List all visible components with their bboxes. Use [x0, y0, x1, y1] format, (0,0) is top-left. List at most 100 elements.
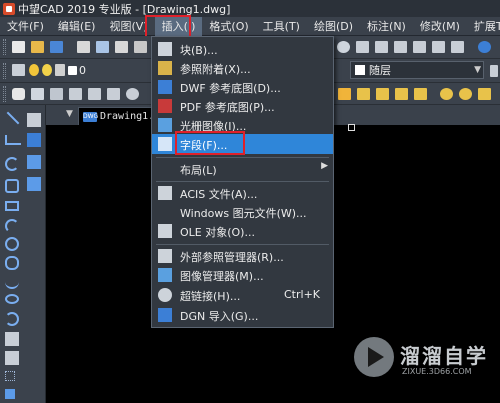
watermark: 溜溜自学 ZIXUE.3D66.COM — [354, 337, 500, 387]
diameter-dimension-icon[interactable] — [459, 88, 472, 100]
ordinate-dimension-icon[interactable] — [414, 88, 427, 100]
block-icon — [158, 42, 172, 56]
array-icon[interactable] — [88, 88, 101, 100]
insert-block-icon[interactable] — [5, 332, 19, 346]
layer-control[interactable]: 0 — [12, 61, 132, 79]
linear-dimension-icon[interactable] — [357, 88, 370, 100]
toolbar-grip[interactable] — [3, 86, 6, 102]
menu-item-label: 块(B)... — [180, 44, 218, 57]
construction-line-icon[interactable] — [27, 113, 41, 127]
acis-icon — [158, 186, 172, 200]
toolbar-grip[interactable] — [3, 39, 6, 55]
markup-icon[interactable] — [432, 41, 445, 53]
revision-cloud-icon[interactable] — [5, 256, 19, 270]
mirror-icon[interactable] — [50, 88, 63, 100]
radius-dimension-icon[interactable] — [440, 88, 453, 100]
tab-list-arrow-icon[interactable]: ▼ — [66, 109, 73, 119]
menu-item-xref-manager[interactable]: 外部参照管理器(R)... — [152, 246, 333, 266]
linetype-icon[interactable] — [490, 65, 498, 77]
offset-icon[interactable] — [69, 88, 82, 100]
spline-icon[interactable] — [5, 275, 19, 289]
rectangle-icon[interactable] — [5, 201, 19, 211]
window-title: 中望CAD 2019 专业版 - [Drawing1.dwg] — [18, 2, 231, 16]
pdf-icon — [158, 99, 172, 113]
calculator-icon[interactable] — [451, 41, 464, 53]
point-icon[interactable] — [5, 371, 15, 381]
menu-item-windows-metafile[interactable]: Windows 图元文件(W)... — [152, 202, 333, 222]
lock-icon — [55, 64, 65, 76]
ellipse-arc-icon[interactable] — [5, 312, 19, 326]
arc-tool-icon[interactable] — [5, 157, 19, 171]
insert-menu-dropdown: 块(B)... 参照附着(X)... DWF 参考底图(D)... PDF 参考… — [151, 36, 334, 328]
menu-item-field[interactable]: 字段(F)... — [152, 134, 333, 154]
tool-palette-icon[interactable] — [394, 41, 407, 53]
watermark-name: 溜溜自学 — [400, 344, 488, 368]
polyline-icon[interactable] — [5, 135, 21, 145]
save-icon[interactable] — [50, 41, 63, 53]
publish-icon[interactable] — [115, 41, 128, 53]
current-layer-name: 0 — [79, 63, 86, 77]
properties-icon[interactable] — [356, 41, 369, 53]
zoom-tool-icon[interactable] — [337, 41, 350, 53]
menu-edit[interactable]: 编辑(E) — [51, 17, 103, 36]
print-icon[interactable] — [77, 41, 90, 53]
polygon-tool-icon[interactable] — [27, 133, 41, 147]
toolbar-grip[interactable] — [3, 63, 6, 79]
sheet-set-icon[interactable] — [413, 41, 426, 53]
menu-item-xref-attach[interactable]: 参照附着(X)... — [152, 58, 333, 78]
menu-dimension[interactable]: 标注(N) — [360, 17, 413, 36]
app-logo-icon — [3, 2, 15, 15]
pentagon-icon[interactable] — [5, 179, 19, 193]
gradient-icon[interactable] — [5, 389, 15, 399]
menu-express[interactable]: 扩展T — [467, 17, 500, 36]
menu-item-image-manager[interactable]: 图像管理器(M)... — [152, 265, 333, 285]
play-logo-icon — [354, 337, 394, 377]
rotate-icon[interactable] — [126, 88, 139, 100]
menu-item-ole-object[interactable]: OLE 对象(O)... — [152, 221, 333, 241]
menu-insert[interactable]: 插入(I) — [154, 16, 203, 36]
angular-dimension-icon[interactable] — [478, 88, 491, 100]
chevron-down-icon: ▼ — [474, 65, 481, 75]
menu-item-layout[interactable]: 布局(L) ▶ — [152, 159, 333, 179]
menu-file[interactable]: 文件(F) — [0, 17, 51, 36]
menu-modify[interactable]: 修改(M) — [413, 17, 467, 36]
menu-view[interactable]: 视图(V) — [102, 17, 154, 36]
menu-item-pdf-underlay[interactable]: PDF 参考底图(P)... — [152, 96, 333, 116]
new-file-icon[interactable] — [12, 41, 25, 53]
move-icon[interactable] — [107, 88, 120, 100]
menu-tools[interactable]: 工具(T) — [256, 17, 307, 36]
help-icon[interactable] — [478, 41, 491, 53]
menu-item-hyperlink[interactable]: 超链接(H)... Ctrl+K — [152, 285, 333, 305]
menu-item-acis-file[interactable]: ACIS 文件(A)... — [152, 183, 333, 203]
measure-icon[interactable] — [338, 88, 351, 100]
menu-draw[interactable]: 绘图(D) — [307, 17, 360, 36]
draw-toolbar — [0, 105, 46, 403]
menu-item-dwf-underlay[interactable]: DWF 参考底图(D)... — [152, 77, 333, 97]
menu-item-label: 布局(L) — [180, 164, 217, 177]
copy-icon[interactable] — [31, 88, 44, 100]
design-center-icon[interactable] — [375, 41, 388, 53]
aligned-dimension-icon[interactable] — [376, 88, 389, 100]
rectangle-tool-icon[interactable] — [27, 155, 41, 169]
dgn-icon — [158, 308, 172, 322]
menu-item-raster-image[interactable]: 光栅图像(I)... — [152, 115, 333, 135]
arc-icon[interactable] — [5, 219, 19, 233]
xref-manager-icon — [158, 249, 172, 263]
ellipse-icon[interactable] — [5, 294, 19, 304]
cut-icon[interactable] — [134, 41, 147, 53]
print-preview-icon[interactable] — [96, 41, 109, 53]
menu-item-label: Windows 图元文件(W)... — [180, 207, 307, 220]
arc-length-icon[interactable] — [395, 88, 408, 100]
erase-icon[interactable] — [12, 88, 25, 100]
hatch-icon[interactable] — [27, 177, 41, 191]
circle-icon[interactable] — [5, 237, 19, 251]
menu-item-label: 参照附着(X)... — [180, 63, 251, 76]
menu-item-block[interactable]: 块(B)... — [152, 39, 333, 59]
menu-format[interactable]: 格式(O) — [202, 17, 255, 36]
menu-item-dgn-import[interactable]: DGN 导入(G)... — [152, 305, 333, 325]
color-control-combo[interactable]: 随层 ▼ — [350, 61, 484, 79]
line-icon[interactable] — [6, 111, 20, 125]
open-folder-icon[interactable] — [31, 41, 44, 53]
make-block-icon[interactable] — [5, 351, 19, 365]
menu-separator — [156, 157, 329, 158]
